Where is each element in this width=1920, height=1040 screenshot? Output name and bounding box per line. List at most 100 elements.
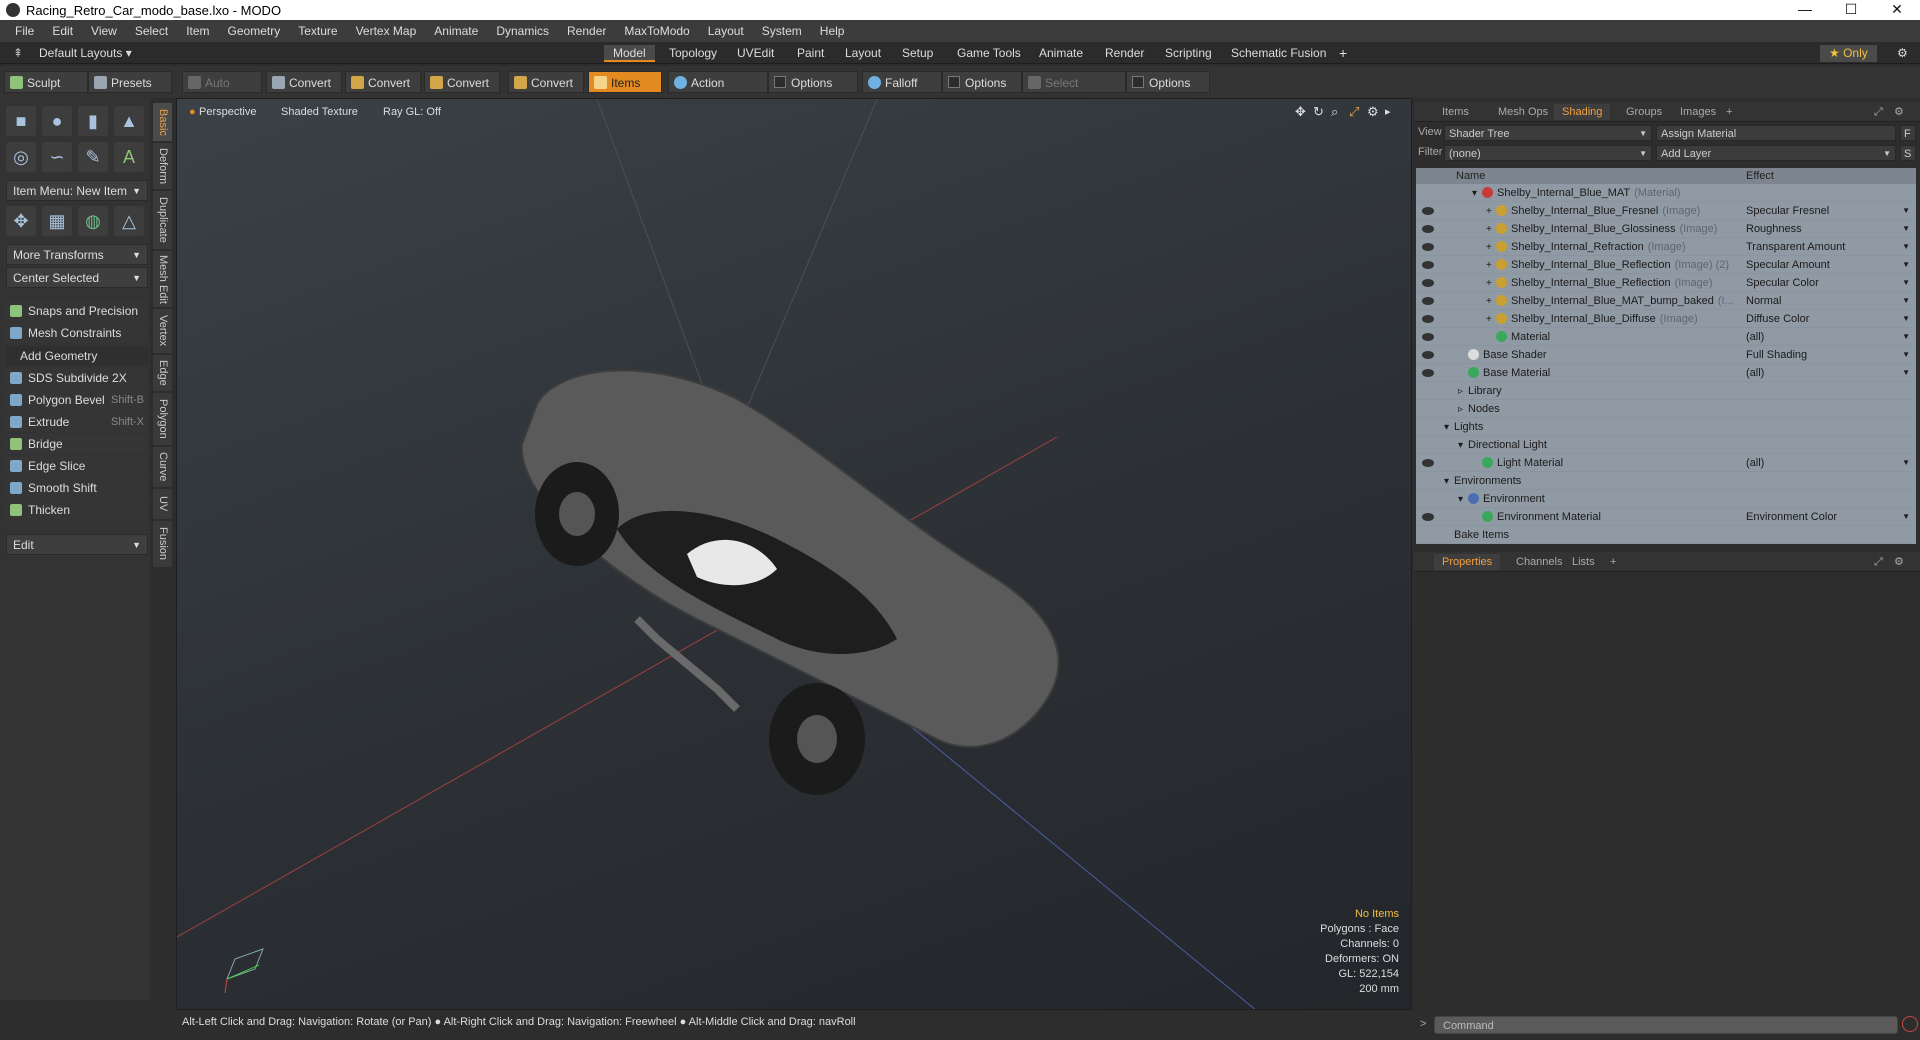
shader-tree-row[interactable]: + Shelby_Internal_Refraction (Image) Transp… [1416,238,1916,256]
menu-layout[interactable]: Layout [699,24,753,38]
column-effect[interactable]: Effect [1746,168,1774,184]
gear-icon[interactable]: ⚙ [1888,45,1917,62]
tab-mesh-ops[interactable]: Mesh Ops [1490,104,1556,120]
tab-scripting[interactable]: Scripting [1156,45,1221,62]
add-tab-button[interactable]: + [1330,45,1356,62]
expand-toggle-icon[interactable]: ▹ [1458,401,1468,419]
menu-help[interactable]: Help [811,24,854,38]
cylinder-icon[interactable]: ▮ [78,106,108,136]
menu-vertex-map[interactable]: Vertex Map [347,24,426,38]
convert-edges-button[interactable]: Convert [345,71,421,93]
tab-setup[interactable]: Setup [893,45,942,62]
only-toggle[interactable]: ★ Only [1820,45,1877,62]
row-effect[interactable]: Specular Amount [1746,256,1830,274]
tool-sds-subdivide[interactable]: SDS Subdivide 2X [6,368,148,388]
pyramid-icon[interactable]: △ [114,206,144,236]
shader-tree-row[interactable]: ▹ Library [1416,382,1916,400]
falloff-button[interactable]: Falloff [862,71,942,93]
row-effect[interactable]: Normal [1746,292,1781,310]
expand-toggle-icon[interactable]: + [1486,221,1496,239]
center-selected-dropdown[interactable]: Center Selected ▼ [6,267,148,288]
tab-animate[interactable]: Animate [1030,45,1092,62]
layout-toggle-icon[interactable]: ⇞ [4,45,32,62]
expand-toggle-icon[interactable]: ▾ [1444,473,1454,491]
tab-shading[interactable]: Shading [1554,104,1611,120]
expand-toggle-icon[interactable]: + [1486,239,1496,257]
row-effect[interactable]: Roughness [1746,220,1802,238]
tab-lists[interactable]: Lists [1564,554,1603,570]
visibility-eye-icon[interactable] [1422,297,1434,305]
tab-items[interactable]: Items [1434,104,1477,120]
visibility-eye-icon[interactable] [1422,513,1434,521]
chevron-down-icon[interactable]: ▼ [1902,346,1910,364]
tool-extrude[interactable]: Extrude Shift-X [6,412,148,432]
tab-model[interactable]: Model [604,45,655,62]
vtab-deform[interactable]: Deform [153,143,172,189]
tab-render[interactable]: Render [1096,45,1153,62]
row-effect[interactable]: Transparent Amount [1746,238,1845,256]
shader-tree-row[interactable]: Bake Items [1416,526,1916,544]
chevron-down-icon[interactable]: ▼ [1902,292,1910,310]
chevron-down-icon[interactable]: ▼ [1902,364,1910,382]
visibility-eye-icon[interactable] [1422,351,1434,359]
shader-tree-row[interactable]: Light Material (all) ▼ [1416,454,1916,472]
shader-tree-row[interactable]: + Shelby_Internal_Blue_Reflection (Image) … [1416,256,1916,274]
menu-file[interactable]: File [6,24,43,38]
shader-tree-row[interactable]: ▹ Nodes [1416,400,1916,418]
visibility-eye-icon[interactable] [1422,279,1434,287]
edit-dropdown[interactable]: Edit ▼ [6,534,148,555]
s-button[interactable]: S [1900,145,1916,161]
shader-tree-row[interactable]: ▾ Shelby_Internal_Blue_MAT (Material) [1416,184,1916,202]
vtab-uv[interactable]: UV [153,489,172,519]
more-transforms-dropdown[interactable]: More Transforms ▼ [6,244,148,265]
tab-paint[interactable]: Paint [788,45,833,62]
globe-icon[interactable]: ◍ [78,206,108,236]
sculpt-button[interactable]: Sculpt [4,71,88,93]
panel-gear-icon[interactable]: ⚙ [1886,104,1912,120]
shader-tree-row[interactable]: + Shelby_Internal_Blue_Glossiness (Image) R… [1416,220,1916,238]
expand-toggle-icon[interactable]: ▾ [1472,185,1482,203]
row-effect[interactable]: Specular Color [1746,274,1819,292]
torus-icon[interactable]: ◎ [6,142,36,172]
snaps-precision-button[interactable]: Snaps and Precision [6,301,148,321]
tab-game-tools[interactable]: Game Tools [948,45,1030,62]
minimize-button[interactable]: — [1782,0,1828,20]
visibility-eye-icon[interactable] [1422,369,1434,377]
visibility-eye-icon[interactable] [1422,225,1434,233]
tab-channels[interactable]: Channels [1508,554,1570,570]
visibility-eye-icon[interactable] [1422,315,1434,323]
auto-select-button[interactable]: Auto Select [182,71,262,112]
shader-tree-row[interactable]: ▾ Environment [1416,490,1916,508]
shader-tree-row[interactable]: ▾ Lights [1416,418,1916,436]
chevron-down-icon[interactable]: ▼ [1902,274,1910,292]
tab-layout[interactable]: Layout [836,45,890,62]
tool-thicken[interactable]: Thicken [6,500,148,520]
maximize-button[interactable]: ☐ [1828,0,1874,20]
shader-tree-row[interactable]: + Shelby_Internal_Blue_MAT_bump_baked (I..… [1416,292,1916,310]
add-panel-tab-icon[interactable]: + [1602,554,1624,570]
menu-render[interactable]: Render [558,24,615,38]
shader-tree-row[interactable]: + Shelby_Internal_Blue_Reflection (Image) S… [1416,274,1916,292]
menu-system[interactable]: System [753,24,811,38]
chevron-down-icon[interactable]: ▼ [1902,202,1910,220]
shader-tree-row[interactable]: Environment Material Environment Color ▼ [1416,508,1916,526]
chevron-down-icon[interactable]: ▼ [1902,328,1910,346]
expand-toggle-icon[interactable]: ▾ [1444,419,1454,437]
select-through-options-button[interactable]: Options [1126,71,1210,93]
tab-uvedit[interactable]: UVEdit [728,45,783,62]
vtab-vertex[interactable]: Vertex [153,309,172,353]
vtab-curve[interactable]: Curve [153,447,172,487]
f-button[interactable]: F [1900,125,1916,141]
menu-animate[interactable]: Animate [425,24,487,38]
vtab-mesh-edit[interactable]: Mesh Edit [153,251,172,307]
menu-geometry[interactable]: Geometry [219,24,290,38]
assign-material-button[interactable]: Assign Material [1656,125,1896,141]
view-select[interactable]: Shader Tree ▼ [1444,125,1652,141]
expand-toggle-icon[interactable]: + [1486,311,1496,329]
chevron-down-icon[interactable]: ▼ [1902,454,1910,472]
menu-item[interactable]: Item [177,24,218,38]
vtab-basic[interactable]: Basic [153,103,172,141]
row-effect[interactable]: Specular Fresnel [1746,202,1829,220]
grid-icon[interactable]: ▦ [42,206,72,236]
close-button[interactable]: ✕ [1874,0,1920,20]
